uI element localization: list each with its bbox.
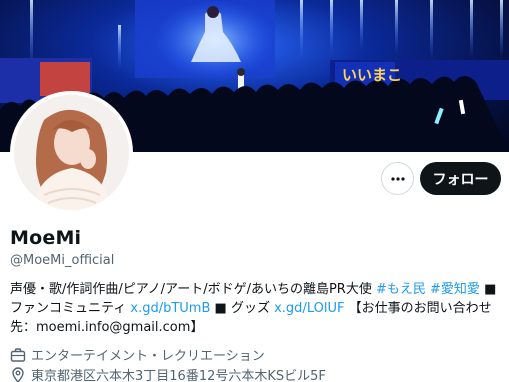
hashtag-link-aichiai[interactable]: #愛知愛	[430, 282, 480, 297]
display-name: MoeMi	[10, 227, 82, 249]
user-handle: @MoeMi_official	[10, 253, 115, 268]
location-pin-icon	[10, 366, 26, 382]
bio-text: 声優・歌/作詞作曲/ピアノ/アート/ボドゲ/あいちの離島PR大使	[10, 282, 372, 297]
location-text: 東京都港区六本木3丁目16番12号六本木KSビル5F	[31, 369, 326, 382]
more-dots-icon	[390, 176, 405, 181]
more-button[interactable]	[381, 162, 414, 195]
hashtag-link-moemin[interactable]: #もえ民	[376, 282, 426, 297]
follow-button[interactable]: フォロー	[420, 162, 501, 195]
bio-square-marker: ■	[484, 282, 497, 297]
profile-category: エンターテイメント・レクリエーション	[10, 345, 265, 364]
contact-suffix: 】	[190, 320, 204, 335]
contact-email: moemi.info@gmail.com	[36, 320, 191, 335]
avatar[interactable]	[10, 91, 133, 214]
fan-community-link[interactable]: x.gd/bTUmB	[130, 301, 210, 316]
profile-location: 東京都港区六本木3丁目16番12号六本木KSビル5F	[10, 365, 326, 382]
profile-bio: 声優・歌/作詞作曲/ピアノ/アート/ボドゲ/あいちの離島PR大使 #もえ民 #愛…	[10, 280, 500, 337]
briefcase-icon	[10, 347, 26, 363]
fan-community-label: ファンコミュニティ	[10, 301, 127, 316]
bio-square-marker: ■	[214, 301, 227, 316]
goods-link[interactable]: x.gd/LOlUF	[274, 301, 344, 316]
stage-sign: いいまこ	[342, 66, 403, 84]
goods-label: グッズ	[230, 301, 270, 316]
profile-photo	[14, 95, 129, 210]
category-text: エンターテイメント・レクリエーション	[31, 349, 265, 364]
